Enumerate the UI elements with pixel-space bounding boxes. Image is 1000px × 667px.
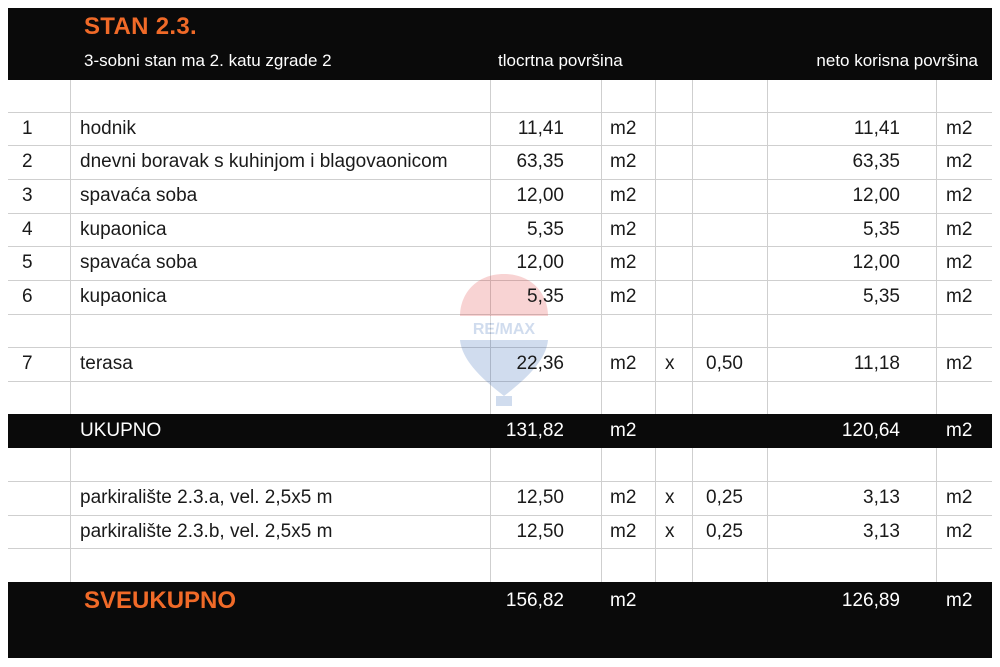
room-name: dnevni boravak s kuhinjom i blagovaonico… <box>80 151 448 172</box>
floor-area-unit: m2 <box>610 252 637 273</box>
floor-area-unit: m2 <box>610 353 637 374</box>
grand-total-net-unit: m2 <box>946 590 973 611</box>
total-label: UKUPNO <box>80 420 162 441</box>
reduction-factor: 0,25 <box>706 521 743 542</box>
floor-area-value: 63,35 <box>516 151 564 172</box>
net-area-unit: m2 <box>946 219 973 240</box>
total-floor-unit: m2 <box>610 420 637 441</box>
row-number: 3 <box>22 185 33 206</box>
room-name: spavaća soba <box>80 185 198 206</box>
floor-area-unit: m2 <box>610 521 637 542</box>
grid-vline <box>70 80 71 414</box>
floor-area-value: 22,36 <box>516 353 564 374</box>
total-net-area: 120,64 <box>841 420 900 441</box>
reduction-factor: 0,50 <box>706 353 743 374</box>
floor-area-value: 12,00 <box>516 185 564 206</box>
net-area-column-header: neto korisna površina <box>816 51 978 70</box>
apartment-area-table: RE/MAX STAN 2.3. 3-sobni stan ma 2. katu… <box>8 8 992 658</box>
row-number: 4 <box>22 219 33 240</box>
net-area-value: 5,35 <box>863 286 900 307</box>
floor-area-value: 12,50 <box>516 487 564 508</box>
floor-area-unit: m2 <box>610 219 637 240</box>
parking-name: parkiralište 2.3.a, vel. 2,5x5 m <box>80 487 333 508</box>
total-net-unit: m2 <box>946 420 973 441</box>
reduction-factor: 0,25 <box>706 487 743 508</box>
net-area-unit: m2 <box>946 252 973 273</box>
net-area-value: 11,41 <box>853 118 900 139</box>
row-number: 2 <box>22 151 33 172</box>
floor-area-unit: m2 <box>610 487 637 508</box>
floor-area-value: 12,50 <box>516 521 564 542</box>
net-area-value: 12,00 <box>852 252 900 273</box>
apartment-title: STAN 2.3. <box>84 13 197 40</box>
net-area-unit: m2 <box>946 487 973 508</box>
multiply-sign: x <box>665 521 675 542</box>
floor-area-unit: m2 <box>610 118 637 139</box>
net-area-value: 11,18 <box>853 353 900 374</box>
net-area-unit: m2 <box>946 353 973 374</box>
grid-vline <box>601 80 602 414</box>
row-number: 1 <box>22 118 33 139</box>
floor-area-column-header: tlocrtna površina <box>498 51 623 70</box>
apartment-subtitle: 3-sobni stan ma 2. katu zgrade 2 <box>84 51 332 70</box>
net-area-value: 3,13 <box>863 521 900 542</box>
room-name: terasa <box>80 353 133 374</box>
room-name: kupaonica <box>80 219 167 240</box>
net-area-unit: m2 <box>946 185 973 206</box>
grand-total-label: SVEUKUPNO <box>84 587 237 614</box>
net-area-unit: m2 <box>946 286 973 307</box>
row-number: 5 <box>22 252 33 273</box>
multiply-sign: x <box>665 487 675 508</box>
floor-area-unit: m2 <box>610 151 637 172</box>
floor-area-value: 5,35 <box>527 219 564 240</box>
grand-total-floor-unit: m2 <box>610 590 637 611</box>
grand-total-floor-area: 156,82 <box>505 590 564 611</box>
grid-vline <box>692 80 693 414</box>
grid-vline <box>936 80 937 414</box>
room-name: kupaonica <box>80 286 167 307</box>
floor-area-value: 5,35 <box>527 286 564 307</box>
floor-area-unit: m2 <box>610 185 637 206</box>
net-area-value: 63,35 <box>852 151 900 172</box>
net-area-value: 5,35 <box>863 219 900 240</box>
room-name: spavaća soba <box>80 252 198 273</box>
floor-area-value: 12,00 <box>516 252 564 273</box>
row-number: 7 <box>22 353 33 374</box>
watermark-text: RE/MAX <box>473 321 536 338</box>
net-area-value: 12,00 <box>852 185 900 206</box>
grand-total-net-area: 126,89 <box>841 590 900 611</box>
room-name: hodnik <box>80 118 136 139</box>
multiply-sign: x <box>665 353 675 374</box>
row-number: 6 <box>22 286 33 307</box>
floor-area-unit: m2 <box>610 286 637 307</box>
net-area-unit: m2 <box>946 118 973 139</box>
net-area-unit: m2 <box>946 521 973 542</box>
parking-name: parkiralište 2.3.b, vel. 2,5x5 m <box>80 521 333 542</box>
net-area-value: 3,13 <box>863 487 900 508</box>
total-floor-area: 131,82 <box>505 420 564 441</box>
floor-area-value: 11,41 <box>517 118 564 139</box>
grid-vline <box>655 80 656 414</box>
net-area-unit: m2 <box>946 151 973 172</box>
